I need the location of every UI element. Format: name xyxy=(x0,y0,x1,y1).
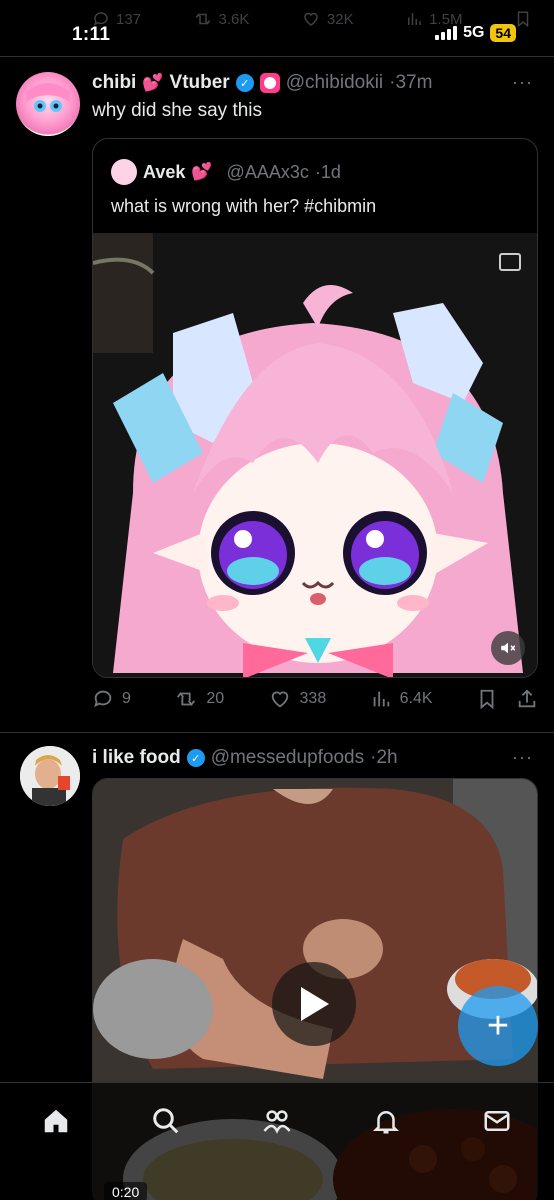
bookmark-share[interactable] xyxy=(514,10,532,28)
avatar[interactable] xyxy=(20,746,80,806)
bookmark-icon[interactable] xyxy=(476,688,498,710)
repost-icon xyxy=(177,691,196,707)
repost-count: 20 xyxy=(206,690,225,707)
affiliate-badge-icon xyxy=(259,73,280,93)
display-name[interactable]: i like food xyxy=(92,747,181,769)
handle[interactable]: @messedupfoods xyxy=(211,747,364,769)
heart-icon xyxy=(304,12,318,26)
bottom-navigation xyxy=(0,1082,554,1200)
more-options-icon[interactable]: ··· xyxy=(512,72,533,93)
compose-button[interactable]: + xyxy=(458,986,538,1066)
share-icon[interactable] xyxy=(516,688,538,710)
repost-action[interactable]: 20 xyxy=(174,688,224,710)
verified-badge-icon: ✓ xyxy=(186,749,205,767)
handle[interactable]: @chibidokii xyxy=(286,72,383,94)
signal-icon xyxy=(435,26,458,40)
mute-button[interactable] xyxy=(491,631,525,665)
search-icon xyxy=(153,1108,179,1134)
avatar-image xyxy=(26,83,70,112)
repost-count: 3.6K xyxy=(218,10,250,28)
tab-communities[interactable] xyxy=(257,1101,297,1141)
timestamp: ·2h xyxy=(370,747,398,768)
reply-count: 9 xyxy=(122,690,131,707)
divider xyxy=(0,56,554,57)
quote-avatar xyxy=(111,159,137,185)
tab-messages[interactable] xyxy=(477,1101,517,1141)
video-timestamp: 0:20 xyxy=(104,1182,148,1200)
notifications-icon xyxy=(372,1111,400,1134)
more-options-icon[interactable]: ··· xyxy=(512,747,533,768)
heart-emoji: 💕 xyxy=(142,73,164,92)
heart-emoji: 💕 xyxy=(191,162,213,181)
views-count: 6.4K xyxy=(399,690,433,707)
tab-search[interactable] xyxy=(146,1101,186,1141)
display-name-suffix[interactable]: Vtuber xyxy=(170,72,230,94)
views-icon xyxy=(408,13,421,25)
quote-display-name: Avek xyxy=(143,161,186,182)
like-count: 338 xyxy=(299,690,327,707)
quote-handle: @AAAx3c xyxy=(226,161,309,182)
quote-media[interactable] xyxy=(93,233,537,677)
network-type: 5G xyxy=(463,24,485,41)
status-time: 1:11 xyxy=(72,24,111,45)
avatar-image xyxy=(20,746,80,806)
bookmark-icon xyxy=(517,11,529,28)
display-name[interactable]: chibi xyxy=(92,72,136,94)
divider xyxy=(0,732,554,733)
views-icon xyxy=(373,691,389,707)
like-count: 32K xyxy=(326,10,354,28)
reply-action[interactable]: 9 xyxy=(92,688,131,710)
repost-icon xyxy=(195,13,210,25)
reply-count: 137 xyxy=(116,10,142,28)
tab-home[interactable] xyxy=(36,1101,76,1141)
heart-icon xyxy=(271,691,288,708)
avatar[interactable] xyxy=(16,72,80,136)
bookmark-share-group xyxy=(476,688,538,710)
quote-text: what is wrong with her? #chibmin xyxy=(111,196,377,216)
quote-timestamp: ·1d xyxy=(314,161,341,182)
tweet-header: i like food ✓ @messedupfoods ·2h xyxy=(92,747,398,769)
tab-notifications[interactable] xyxy=(366,1101,406,1141)
communities-icon xyxy=(263,1110,291,1134)
tweet-text: why did she say this xyxy=(92,100,263,121)
quoted-tweet[interactable]: Avek 💕 @AAAx3c ·1d what is wrong with he… xyxy=(92,138,538,678)
like-action[interactable]: 32K xyxy=(301,10,354,28)
quote-header: Avek 💕 @AAAx3c ·1d xyxy=(111,159,341,185)
status-indicators: 5G 54 xyxy=(435,24,516,42)
repost-action[interactable]: 3.6K xyxy=(193,10,250,28)
captions-icon[interactable] xyxy=(499,253,521,271)
plus-icon: + xyxy=(486,1004,510,1047)
anime-character-image xyxy=(93,233,537,677)
volume-muted-icon xyxy=(501,642,516,654)
tweet-actions: 9 20 338 6.4K xyxy=(92,688,538,710)
play-button[interactable] xyxy=(272,962,356,1046)
home-icon xyxy=(44,1109,68,1133)
views-action[interactable]: 6.4K xyxy=(370,688,433,710)
verified-badge-icon: ✓ xyxy=(235,74,254,92)
tweet-header: chibi 💕 Vtuber ✓ @chibidokii ·37m xyxy=(92,72,432,94)
reply-icon xyxy=(94,690,112,708)
messages-icon xyxy=(484,1111,510,1131)
battery-level: 54 xyxy=(490,24,516,42)
play-icon xyxy=(301,987,329,1021)
timestamp: ·37m xyxy=(389,72,433,93)
like-action[interactable]: 338 xyxy=(268,688,327,710)
